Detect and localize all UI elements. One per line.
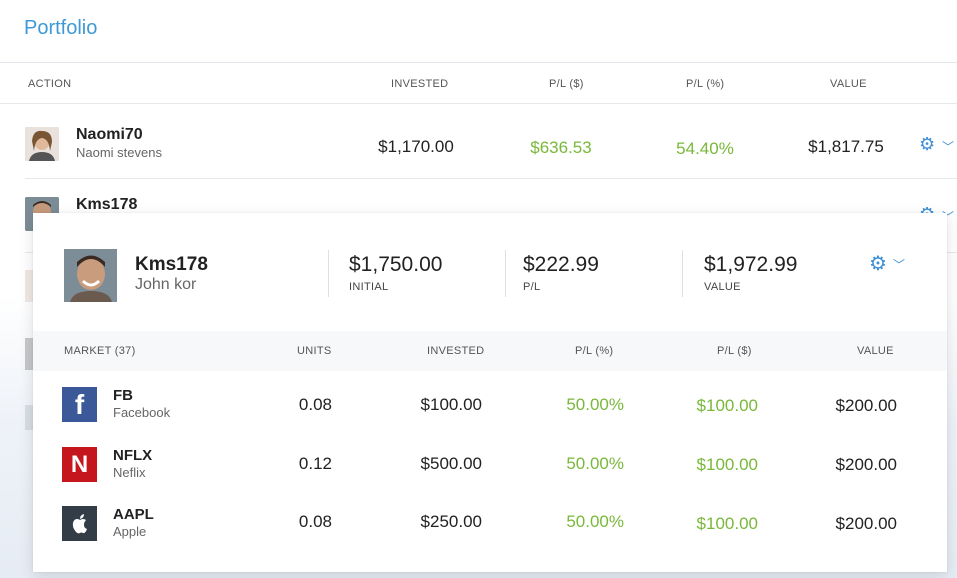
market-value: $200.00 — [835, 514, 897, 533]
avatar — [25, 127, 59, 161]
page-header: Portfolio — [0, 0, 957, 63]
column-header-value: VALUE — [830, 78, 867, 90]
pl-value: $222.99 — [523, 253, 599, 276]
apple-icon — [62, 506, 97, 541]
user-info[interactable]: Kms178 — [76, 196, 137, 214]
detail-username[interactable]: Kms178 — [135, 254, 208, 276]
chevron-down-icon[interactable]: ﹀ — [942, 138, 954, 155]
market-pl-usd: $100.00 — [696, 396, 758, 415]
detail-summary: Kms178 John kor $1,750.00 INITIAL $222.9… — [33, 213, 947, 331]
column-header-invested: INVESTED — [427, 345, 485, 357]
user-fullname: Naomi stevens — [76, 145, 162, 160]
invested-value: $1,170.00 — [378, 137, 454, 156]
market-name: Apple — [113, 524, 147, 539]
divider — [682, 250, 683, 297]
market-invested: $250.00 — [420, 512, 482, 531]
username[interactable]: Kms178 — [76, 196, 137, 214]
value-amount: $1,817.75 — [808, 137, 884, 156]
market-row[interactable]: f FB Facebook 0.08 $100.00 50.00% $100.0… — [33, 387, 947, 445]
market-pl-pct: 50.00% — [566, 395, 624, 414]
facebook-icon: f — [62, 387, 97, 422]
market-pl-usd: $100.00 — [696, 514, 758, 533]
market-ticker[interactable]: NFLX — [113, 447, 152, 464]
username[interactable]: Naomi70 — [76, 126, 162, 144]
market-pl-pct: 50.00% — [566, 454, 624, 473]
initial-value: $1,750.00 — [349, 253, 443, 276]
market-pl-usd: $100.00 — [696, 455, 758, 474]
market-value: $200.00 — [835, 396, 897, 415]
value-label: VALUE — [704, 281, 741, 293]
market-ticker[interactable]: FB — [113, 387, 133, 404]
market-units: 0.12 — [298, 454, 332, 473]
column-header-value: VALUE — [857, 345, 894, 357]
market-name: Facebook — [113, 405, 171, 420]
market-units: 0.08 — [298, 395, 332, 414]
header-divider — [0, 103, 957, 104]
divider — [505, 250, 506, 297]
column-header-action: ACTION — [28, 78, 72, 90]
user-info[interactable]: Naomi70 Naomi stevens — [76, 126, 162, 160]
total-value: $1,972.99 — [704, 253, 798, 276]
market-invested: $100.00 — [420, 395, 482, 414]
avatar — [64, 249, 117, 302]
gear-icon[interactable]: ⚙ — [919, 134, 935, 155]
pl-pct-value: 54.40% — [676, 139, 734, 158]
column-header-units: UNITS — [297, 345, 332, 357]
column-header-pl-usd: P/L ($) — [717, 345, 752, 357]
divider — [328, 250, 329, 297]
table-row[interactable]: Naomi70 Naomi stevens $1,170.00 $636.53 … — [25, 105, 957, 179]
market-name: Neflix — [113, 465, 146, 480]
initial-label: INITIAL — [349, 281, 389, 293]
portfolio-detail-card: Kms178 John kor $1,750.00 INITIAL $222.9… — [33, 213, 947, 572]
market-table-header: MARKET (37) UNITS INVESTED P/L (%) P/L (… — [33, 331, 947, 371]
market-invested: $500.00 — [420, 454, 482, 473]
column-header-pl-pct: P/L (%) — [575, 345, 614, 357]
netflix-icon: N — [62, 447, 97, 482]
gear-icon[interactable]: ⚙ — [869, 251, 887, 276]
column-header-pl-usd: P/L ($) — [549, 78, 584, 90]
market-value: $200.00 — [835, 455, 897, 474]
market-row[interactable]: AAPL Apple 0.08 $250.00 50.00% $100.00 $… — [33, 506, 947, 564]
page-title: Portfolio — [24, 17, 98, 39]
detail-fullname: John kor — [135, 276, 197, 293]
pl-label: P/L — [523, 281, 541, 293]
pl-usd-value: $636.53 — [530, 138, 592, 157]
column-header-pl-pct: P/L (%) — [686, 78, 725, 90]
chevron-down-icon[interactable]: ﹀ — [893, 256, 905, 273]
market-pl-pct: 50.00% — [566, 512, 624, 531]
market-row[interactable]: N NFLX Neflix 0.12 $500.00 50.00% $100.0… — [33, 447, 947, 505]
column-header-invested: INVESTED — [391, 78, 449, 90]
column-header-market: MARKET (37) — [64, 345, 136, 357]
market-units: 0.08 — [298, 512, 332, 531]
market-ticker[interactable]: AAPL — [113, 506, 154, 523]
